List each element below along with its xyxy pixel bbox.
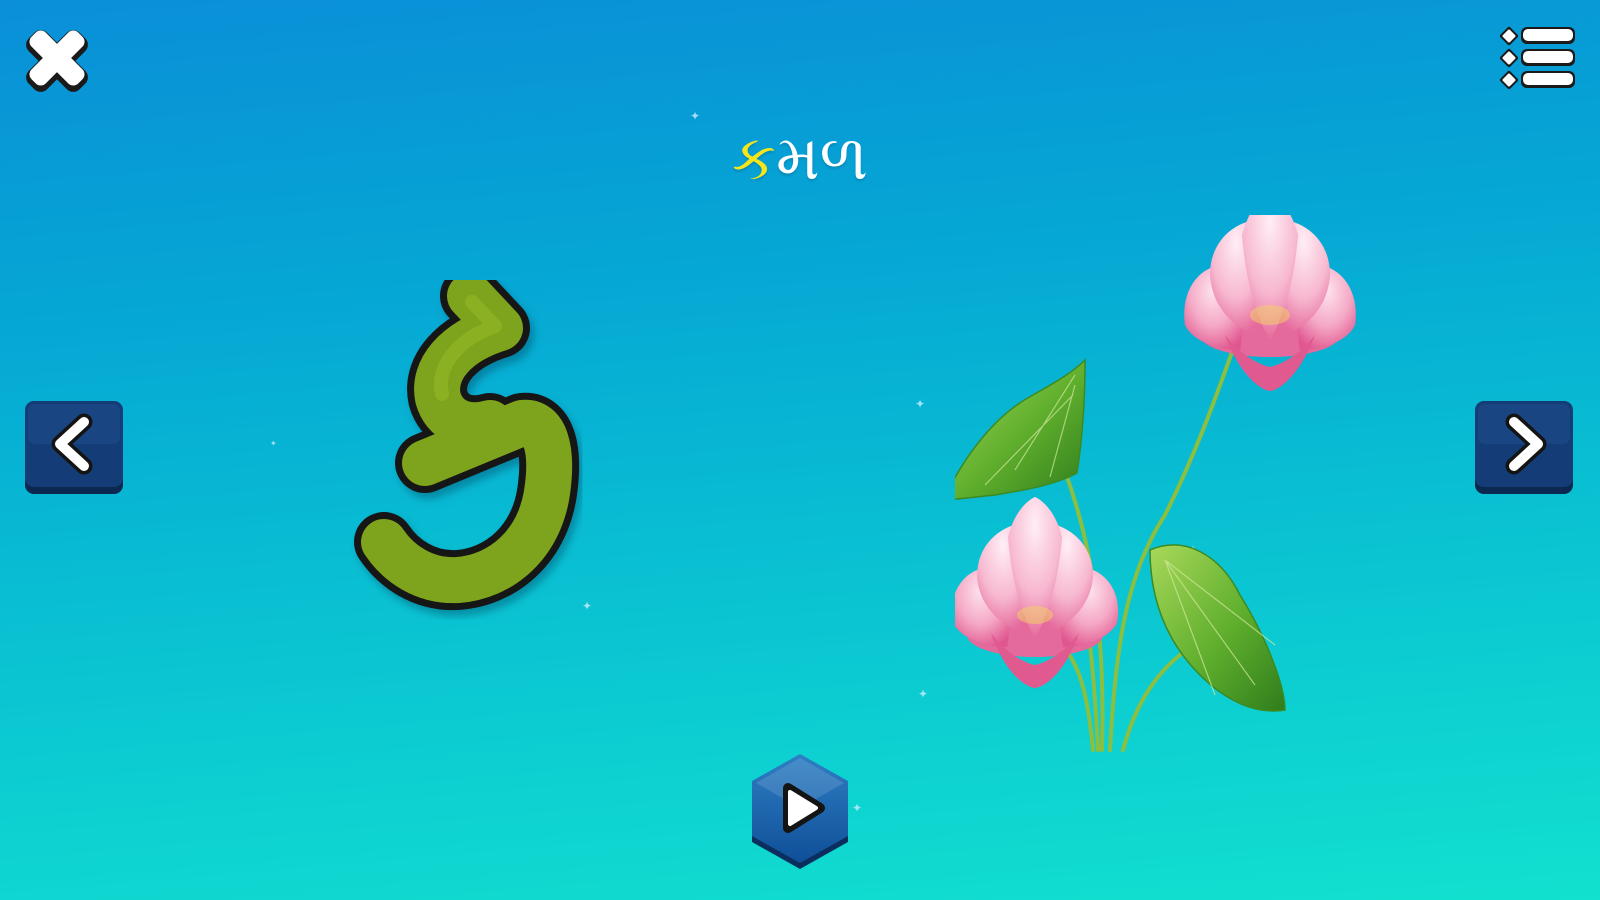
menu-button[interactable] <box>1494 22 1578 94</box>
chevron-left-icon <box>25 401 123 494</box>
game-screen: ✦ ✦ ✦ ✦ ✦ ✦ ✦ <box>0 0 1600 900</box>
chevron-right-icon <box>1475 401 1573 494</box>
previous-button[interactable] <box>24 400 124 496</box>
sparkle-decoration: ✦ <box>852 801 863 815</box>
word-highlight-letter: ક <box>732 121 776 194</box>
sparkle-decoration: ✦ <box>918 687 929 701</box>
sparkle-decoration: ✦ <box>270 439 277 448</box>
play-icon <box>752 754 848 869</box>
lotus-illustration <box>941 193 1385 770</box>
word-label: કમળ <box>600 118 1000 198</box>
close-button[interactable] <box>20 22 94 96</box>
play-sound-button[interactable] <box>748 752 852 870</box>
next-button[interactable] <box>1474 400 1574 496</box>
list-menu-icon <box>1499 26 1575 90</box>
letter-card: ક <box>350 266 590 620</box>
lotus-picture <box>941 193 1356 752</box>
close-x-icon <box>26 30 88 92</box>
word-rest: મળ <box>775 121 868 194</box>
sparkle-decoration: ✦ <box>915 397 926 411</box>
